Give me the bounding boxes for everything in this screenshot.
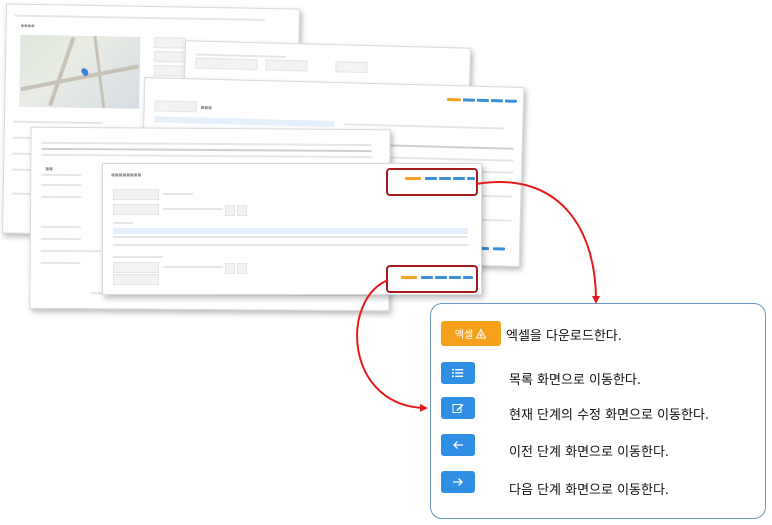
list-description: 목록 화면으로 이동한다. — [509, 373, 641, 388]
previous-step-button[interactable] — [441, 434, 475, 456]
list-icon — [452, 368, 464, 378]
edit-description: 현재 단계의 수정 화면으로 이동한다. — [509, 408, 710, 423]
edit-icon — [452, 402, 464, 414]
previous-step-description: 이전 단계 화면으로 이동한다. — [509, 445, 670, 460]
edit-button[interactable] — [441, 397, 475, 419]
arrow-to-callout-top — [475, 181, 600, 304]
excel-button-label: 엑셀 — [454, 330, 474, 341]
arrow-to-callout-bottom — [356, 279, 428, 412]
next-step-description: 다음 단계 화면으로 이동한다. — [509, 483, 670, 498]
download-icon — [475, 327, 487, 340]
button-legend-callout: 엑셀 엑셀을 다운로드한다. 목록 화면으로 이동한다. 현재 단계의 수정 화… — [430, 303, 766, 519]
next-step-button[interactable] — [441, 471, 475, 493]
list-button[interactable] — [441, 362, 475, 384]
arrow-left-icon — [452, 440, 464, 450]
excel-description: 엑셀을 다운로드한다. — [506, 329, 622, 344]
arrow-right-icon — [452, 477, 464, 487]
excel-download-button[interactable]: 엑셀 — [441, 321, 501, 346]
